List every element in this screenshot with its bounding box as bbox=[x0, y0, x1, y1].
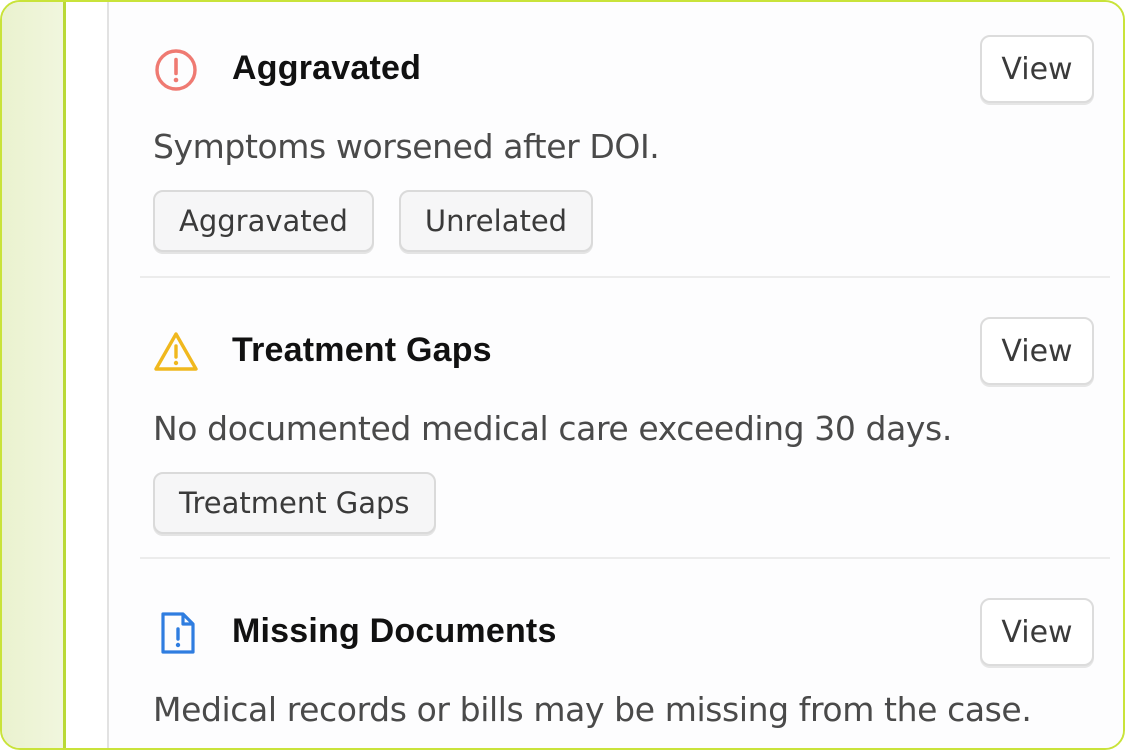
sidebar-accent-strip bbox=[2, 2, 66, 748]
issue-description: Symptoms worsened after DOI. bbox=[153, 127, 660, 166]
issue-title: Aggravated bbox=[232, 49, 422, 87]
view-button[interactable]: View bbox=[980, 35, 1094, 103]
tag-list: Treatment Gaps bbox=[153, 472, 436, 534]
sidebar-gap bbox=[66, 2, 108, 748]
warning-triangle-icon bbox=[152, 328, 200, 376]
section-divider bbox=[140, 557, 1110, 559]
tag-treatment-gaps[interactable]: Treatment Gaps bbox=[153, 472, 436, 534]
view-button[interactable]: View bbox=[980, 317, 1094, 385]
document-alert-icon bbox=[154, 609, 202, 657]
alert-circle-icon bbox=[152, 46, 200, 94]
view-button[interactable]: View bbox=[980, 598, 1094, 666]
tag-aggravated[interactable]: Aggravated bbox=[153, 190, 374, 252]
issue-description: Medical records or bills may be missing … bbox=[153, 690, 1032, 729]
issue-description: No documented medical care exceeding 30 … bbox=[153, 409, 952, 448]
issue-title: Treatment Gaps bbox=[232, 331, 492, 369]
section-divider bbox=[140, 276, 1110, 278]
tag-unrelated[interactable]: Unrelated bbox=[398, 190, 594, 252]
tag-list: Aggravated Unrelated bbox=[153, 190, 594, 252]
issue-title: Missing Documents bbox=[232, 612, 557, 650]
